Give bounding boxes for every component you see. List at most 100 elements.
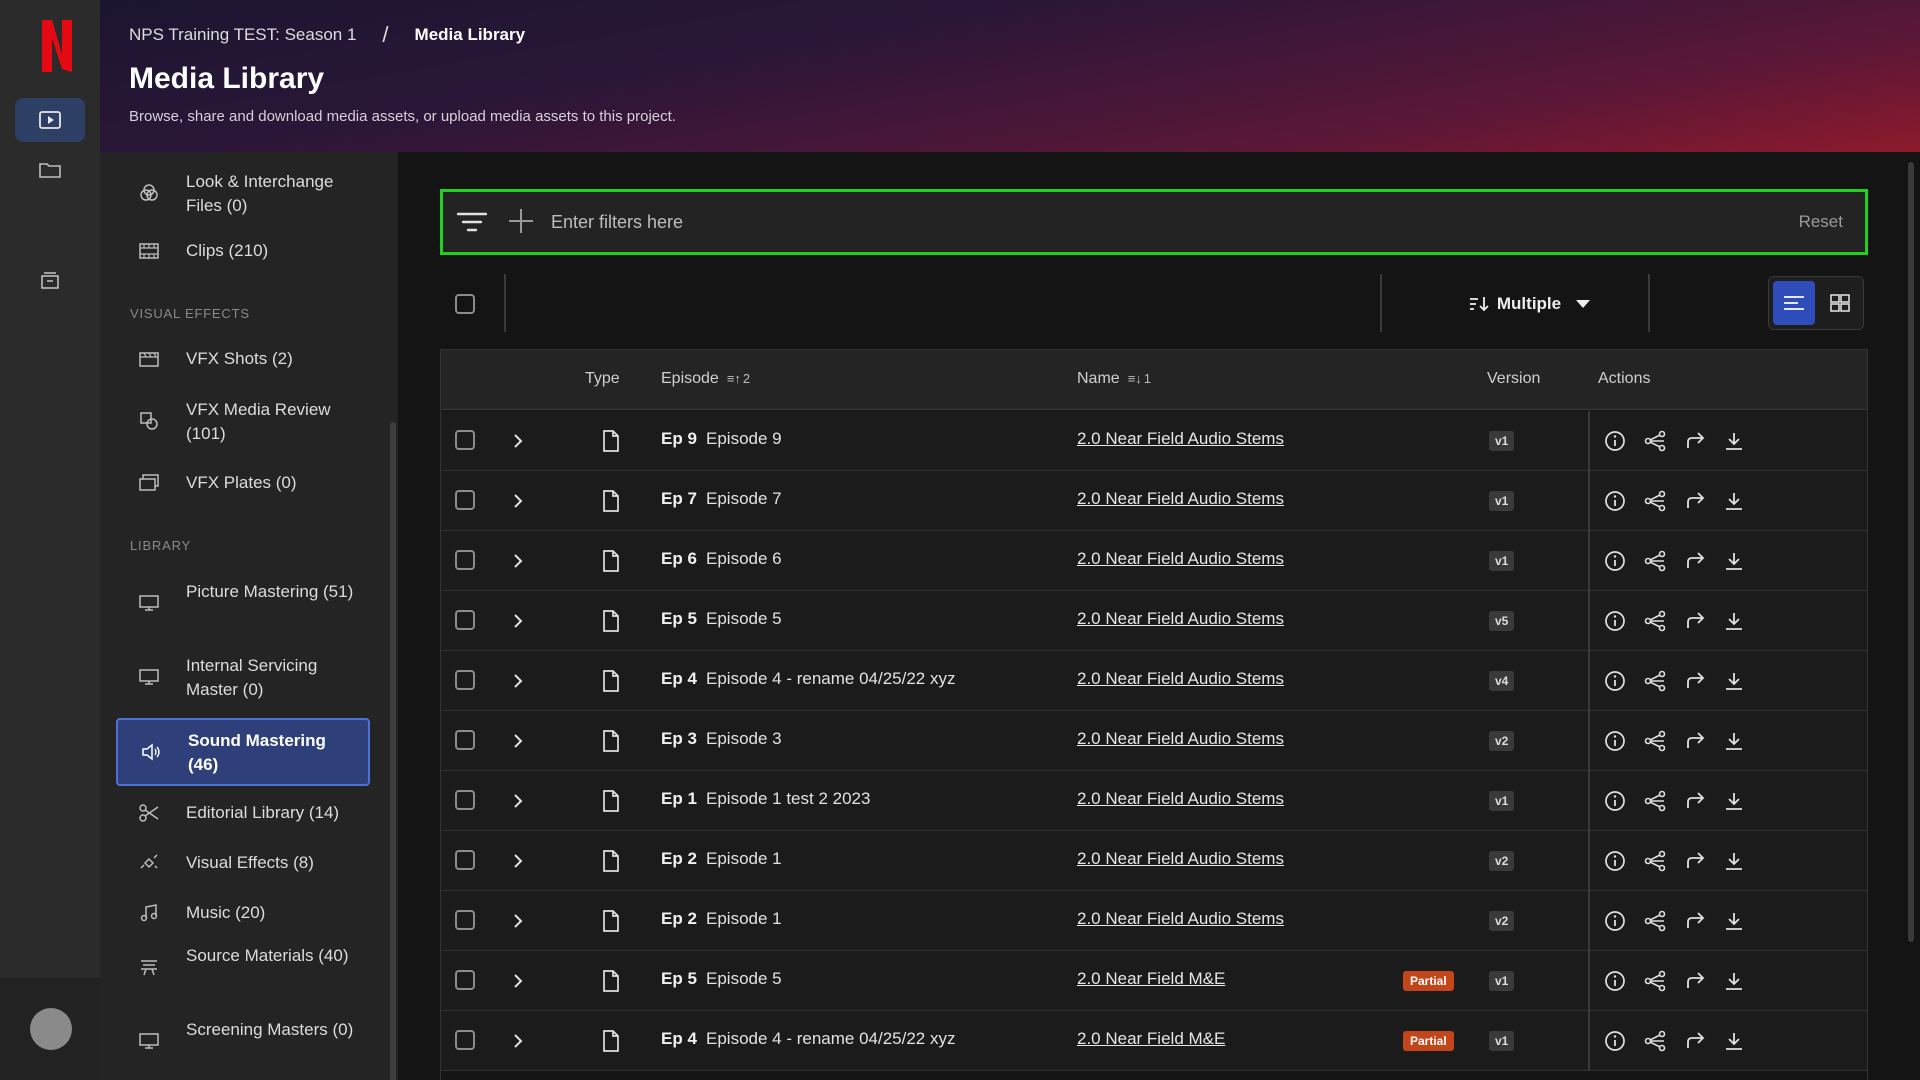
main-scrollbar[interactable]: [1903, 152, 1920, 1080]
table-row[interactable]: Ep 1 Episode 1 test 2 2023 2.0 Near Fiel…: [441, 771, 1867, 831]
version-badge[interactable]: v5: [1489, 611, 1515, 631]
download-button[interactable]: [1720, 547, 1748, 575]
select-all-checkbox[interactable]: [455, 294, 475, 314]
row-checkbox[interactable]: [455, 430, 475, 450]
version-badge[interactable]: v2: [1489, 851, 1515, 871]
forward-button[interactable]: [1681, 727, 1709, 755]
folders-nav-button[interactable]: [15, 148, 85, 192]
forward-button[interactable]: [1681, 487, 1709, 515]
download-button[interactable]: [1720, 907, 1748, 935]
version-badge[interactable]: v1: [1489, 551, 1515, 571]
asset-name-link[interactable]: 2.0 Near Field Audio Stems: [1077, 609, 1284, 629]
table-row[interactable]: Ep 6 Episode 6 2.0 Near Field Audio Stem…: [441, 531, 1867, 591]
version-badge[interactable]: v4: [1489, 671, 1515, 691]
asset-name-link[interactable]: 2.0 Near Field Audio Stems: [1077, 489, 1284, 509]
sidebar-item-internal-servicing-master[interactable]: Internal Servicing Master (0): [116, 650, 370, 704]
chevron-right-icon[interactable]: [511, 1031, 525, 1051]
add-filter-plus-icon[interactable]: [507, 207, 535, 235]
sidebar-item-music[interactable]: Music (20): [116, 896, 370, 930]
sidebar-item-editorial-library[interactable]: Editorial Library (14): [116, 796, 370, 830]
filter-lines-icon[interactable]: [456, 209, 488, 235]
asset-name-link[interactable]: 2.0 Near Field Audio Stems: [1077, 849, 1284, 869]
chevron-right-icon[interactable]: [511, 911, 525, 931]
row-checkbox[interactable]: [455, 790, 475, 810]
forward-button[interactable]: [1681, 907, 1709, 935]
asset-name-link[interactable]: 2.0 Near Field Audio Stems: [1077, 789, 1284, 809]
reset-filters-button[interactable]: Reset: [1799, 212, 1843, 232]
sidebar-scrollbar-thumb[interactable]: [390, 422, 396, 1080]
info-button[interactable]: [1601, 547, 1629, 575]
info-button[interactable]: [1601, 907, 1629, 935]
download-button[interactable]: [1720, 727, 1748, 755]
share-button[interactable]: [1641, 727, 1669, 755]
chevron-right-icon[interactable]: [511, 971, 525, 991]
sidebar-item-look-interchange[interactable]: Look & Interchange Files (0): [116, 166, 370, 220]
forward-button[interactable]: [1681, 787, 1709, 815]
share-button[interactable]: [1641, 487, 1669, 515]
filter-input[interactable]: [551, 204, 1651, 240]
row-checkbox[interactable]: [455, 670, 475, 690]
version-badge[interactable]: v1: [1489, 791, 1515, 811]
row-checkbox[interactable]: [455, 730, 475, 750]
forward-button[interactable]: [1681, 607, 1709, 635]
column-header-name[interactable]: Name ≡↓ 1: [1077, 370, 1151, 388]
version-badge[interactable]: v1: [1489, 431, 1515, 451]
download-button[interactable]: [1720, 1027, 1748, 1055]
chevron-right-icon[interactable]: [511, 791, 525, 811]
table-row[interactable]: Ep 2 Episode 1 2.0 Near Field Audio Stem…: [441, 831, 1867, 891]
share-button[interactable]: [1641, 607, 1669, 635]
sidebar-item-clips[interactable]: Clips (210): [116, 234, 370, 268]
table-row[interactable]: Ep 7 Episode 7 2.0 Near Field Audio Stem…: [441, 471, 1867, 531]
sidebar-item-vfx-plates[interactable]: VFX Plates (0): [116, 466, 370, 500]
row-checkbox[interactable]: [455, 490, 475, 510]
chevron-right-icon[interactable]: [511, 851, 525, 871]
table-row[interactable]: Ep 5 Episode 5 2.0 Near Field M&E Partia…: [441, 951, 1867, 1011]
download-button[interactable]: [1720, 607, 1748, 635]
row-checkbox[interactable]: [455, 610, 475, 630]
table-row[interactable]: Ep 4 Episode 4 - rename 04/25/22 xyz 2.0…: [441, 1011, 1867, 1071]
sidebar-scrollbar[interactable]: [388, 152, 398, 1080]
forward-button[interactable]: [1681, 667, 1709, 695]
chevron-right-icon[interactable]: [511, 551, 525, 571]
info-button[interactable]: [1601, 967, 1629, 995]
asset-name-link[interactable]: 2.0 Near Field M&E: [1077, 1029, 1225, 1049]
sidebar-item-picture-mastering[interactable]: Picture Mastering (51): [116, 576, 370, 630]
asset-name-link[interactable]: 2.0 Near Field Audio Stems: [1077, 549, 1284, 569]
breadcrumb-project-link[interactable]: NPS Training TEST: Season 1: [129, 25, 356, 45]
sidebar-item-vfx-media-review[interactable]: VFX Media Review (101): [116, 394, 370, 448]
sort-dropdown[interactable]: Multiple: [1440, 288, 1620, 320]
asset-name-link[interactable]: 2.0 Near Field Audio Stems: [1077, 669, 1284, 689]
version-badge[interactable]: v2: [1489, 911, 1515, 931]
forward-button[interactable]: [1681, 547, 1709, 575]
download-button[interactable]: [1720, 487, 1748, 515]
sidebar-item-source-materials[interactable]: Source Materials (40): [116, 940, 370, 994]
table-row[interactable]: Ep 5 Episode 5 2.0 Near Field Audio Stem…: [441, 591, 1867, 651]
forward-button[interactable]: [1681, 847, 1709, 875]
info-button[interactable]: [1601, 727, 1629, 755]
sidebar-item-screening-masters[interactable]: Screening Masters (0): [116, 1014, 370, 1068]
info-button[interactable]: [1601, 607, 1629, 635]
row-checkbox[interactable]: [455, 910, 475, 930]
row-checkbox[interactable]: [455, 550, 475, 570]
chevron-right-icon[interactable]: [511, 731, 525, 751]
share-button[interactable]: [1641, 847, 1669, 875]
share-button[interactable]: [1641, 547, 1669, 575]
row-checkbox[interactable]: [455, 970, 475, 990]
version-badge[interactable]: v1: [1489, 1031, 1515, 1051]
chevron-right-icon[interactable]: [511, 671, 525, 691]
forward-button[interactable]: [1681, 967, 1709, 995]
row-checkbox[interactable]: [455, 850, 475, 870]
sidebar-item-vfx-shots[interactable]: VFX Shots (2): [116, 342, 370, 376]
share-button[interactable]: [1641, 907, 1669, 935]
info-button[interactable]: [1601, 1027, 1629, 1055]
chevron-right-icon[interactable]: [511, 611, 525, 631]
download-button[interactable]: [1720, 787, 1748, 815]
column-header-version[interactable]: Version: [1487, 370, 1540, 388]
version-badge[interactable]: v2: [1489, 731, 1515, 751]
grid-view-button[interactable]: [1819, 281, 1861, 325]
chevron-right-icon[interactable]: [511, 491, 525, 511]
version-badge[interactable]: v1: [1489, 971, 1515, 991]
table-row[interactable]: Ep 2 Episode 1 2.0 Near Field Audio Stem…: [441, 891, 1867, 951]
table-row[interactable]: Ep 9 Episode 9 2.0 Near Field Audio Stem…: [441, 411, 1867, 471]
sidebar-item-sound-mastering[interactable]: Sound Mastering (46): [116, 718, 370, 786]
